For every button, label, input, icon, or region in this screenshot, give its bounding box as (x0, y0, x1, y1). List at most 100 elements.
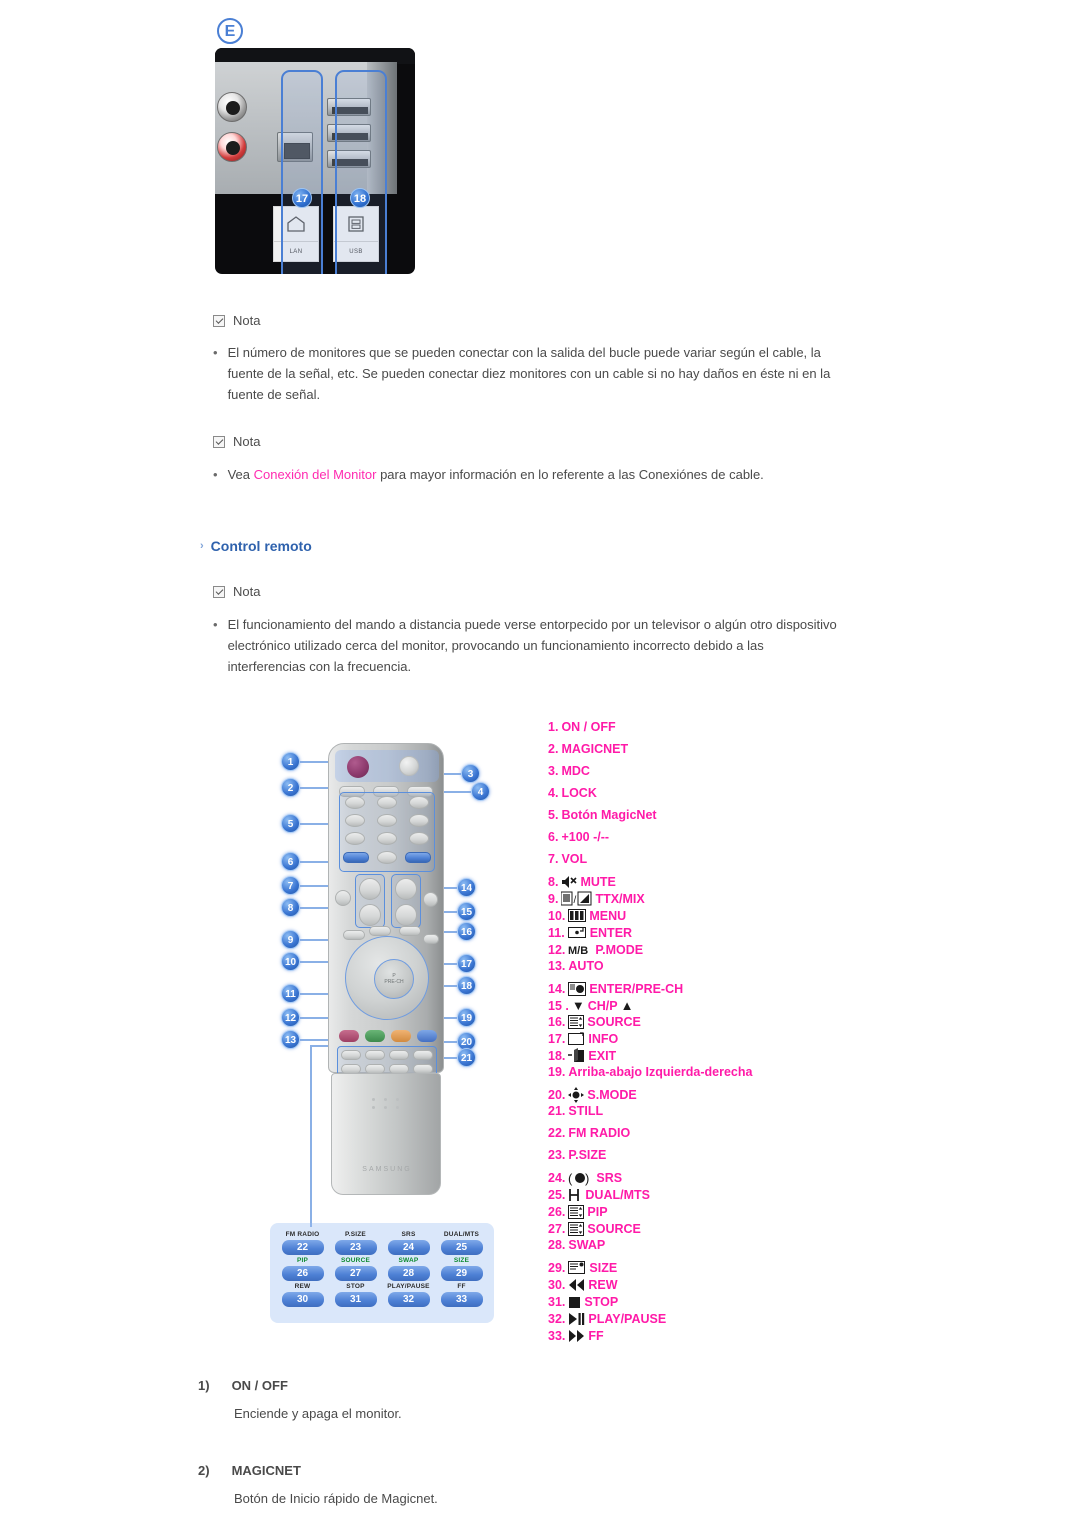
grid-cell[interactable]: PIP 26 (278, 1257, 328, 1281)
grid-cell[interactable]: PLAY/PAUSE 32 (384, 1283, 434, 1307)
legend-label: +100 -/-- (561, 830, 610, 844)
bullet-post-text: para mayor información en lo referente a… (376, 467, 764, 482)
remote-legend-list: 1. ON / OFF 2. MAGICNET 3. MDC 4. LOCK 5. Botón M… (548, 720, 878, 1345)
grid-cell[interactable]: STOP 31 (331, 1283, 381, 1307)
grid-cell[interactable]: SRS 24 (384, 1231, 434, 1255)
legend-item-magicnet: 2. MAGICNET (548, 742, 878, 756)
grid-number: 30 (281, 1292, 324, 1307)
ch-up-button[interactable] (395, 878, 417, 900)
remote-callout-15: 15 (457, 902, 476, 921)
digit-3-button[interactable] (409, 796, 429, 809)
legend-number: 9. (548, 892, 559, 906)
legend-label: INFO (588, 1032, 619, 1046)
legend-label: Arriba-abajo Izquierda-derecha (568, 1065, 753, 1079)
rca-audio-right-jack (217, 132, 247, 162)
digit-5-button[interactable] (377, 814, 397, 827)
description-number: 2) (198, 1463, 210, 1478)
note-check-icon (213, 585, 225, 598)
fm-radio-button[interactable] (341, 1050, 361, 1060)
description-heading: 2) MAGICNET (198, 1463, 438, 1478)
grid-cell[interactable]: FF 33 (437, 1283, 487, 1307)
digit-0-button[interactable] (377, 851, 397, 864)
legend-item-play-pause: 32. PLAY/PAUSE (548, 1311, 878, 1327)
conexion-del-monitor-link[interactable]: Conexión del Monitor (254, 467, 377, 482)
auto-button[interactable] (423, 892, 438, 907)
plus100-button[interactable] (343, 852, 369, 863)
enter-pre-ch-button[interactable]: P PRE-CH (374, 959, 414, 999)
grid-cell[interactable]: FM RADIO 22 (278, 1231, 328, 1255)
remote-callout-2: 2 (281, 778, 300, 797)
vol-down-button[interactable] (359, 904, 381, 926)
grid-cell[interactable]: SWAP 28 (384, 1257, 434, 1281)
legend-number: 6. (548, 830, 559, 844)
legend-item-ff: 33. FF (548, 1328, 878, 1344)
p-mode-button[interactable] (339, 1030, 359, 1042)
digit-2-button[interactable] (377, 796, 397, 809)
remote-callout-17: 17 (457, 954, 476, 973)
legend-label: SOURCE (587, 1015, 641, 1029)
callout-box-usb (335, 70, 387, 274)
legend-label: TTX/MIX (595, 892, 645, 906)
legend-item-p-mode: 12. M/B P.MODE (548, 942, 878, 958)
info-button[interactable] (399, 926, 421, 936)
legend-label: REW (588, 1278, 618, 1292)
legend-item-info: 17. INFO (548, 1031, 878, 1047)
power-on-button[interactable] (347, 756, 369, 778)
remote-callout-21: 21 (457, 1048, 476, 1067)
legend-number: 7. (548, 852, 559, 866)
digit-7-button[interactable] (345, 832, 365, 845)
grid-number: 29 (440, 1266, 483, 1281)
grid-number: 26 (281, 1266, 324, 1281)
p-size-button[interactable] (365, 1050, 385, 1060)
digit-8-button[interactable] (377, 832, 397, 845)
description-text: Botón de Inicio rápido de Magicnet. (234, 1491, 438, 1506)
dual-mts-button[interactable] (413, 1050, 433, 1060)
grid-cell[interactable]: DUAL/MTS 25 (437, 1231, 487, 1255)
menu-icon (568, 908, 587, 924)
legend-label: SWAP (568, 1238, 606, 1252)
digit-9-button[interactable] (409, 832, 429, 845)
menu-button[interactable] (369, 926, 391, 936)
grid-cell[interactable]: SOURCE 27 (331, 1257, 381, 1281)
digit-1-button[interactable] (345, 796, 365, 809)
ttx-mix-icon: / (561, 891, 592, 907)
remote-callout-10: 10 (281, 952, 300, 971)
ttx-mix-button[interactable] (343, 930, 365, 940)
remote-callout-19: 19 (457, 1008, 476, 1027)
ch-down-button[interactable] (395, 904, 417, 926)
mute-button[interactable] (335, 890, 351, 906)
ir-emitter-dots (372, 1098, 404, 1114)
legend-label: DUAL/MTS (585, 1188, 650, 1202)
digit-4-button[interactable] (345, 814, 365, 827)
grid-cell[interactable]: P.SIZE 23 (331, 1231, 381, 1255)
legend-number: 13. (548, 959, 566, 973)
green-button[interactable] (365, 1030, 385, 1042)
navigation-ring[interactable]: P PRE-CH (345, 936, 429, 1020)
remote-callout-12: 12 (281, 1008, 300, 1027)
legend-label: MAGICNET (561, 742, 629, 756)
still-button[interactable] (417, 1030, 437, 1042)
srs-button[interactable] (389, 1050, 409, 1060)
legend-item-size: 29. SIZE (548, 1260, 878, 1276)
grid-caption: SIZE (453, 1257, 470, 1264)
vol-up-button[interactable] (359, 878, 381, 900)
source-icon (568, 1014, 585, 1030)
remote-callout-1: 1 (281, 752, 300, 771)
page-title: Control remoto (210, 538, 312, 554)
exit-button[interactable] (423, 934, 439, 944)
legend-label: P.SIZE (568, 1148, 607, 1162)
legend-number: 10. (548, 909, 566, 923)
remote-callout-6: 6 (281, 852, 300, 871)
description-heading: 1) ON / OFF (198, 1378, 402, 1393)
legend-label: EXIT (588, 1049, 617, 1063)
dual-mts-icon (568, 1187, 582, 1203)
grid-cell[interactable]: REW 30 (278, 1283, 328, 1307)
pre-ch-button[interactable] (405, 852, 431, 863)
power-off-button[interactable] (399, 756, 419, 776)
digit-6-button[interactable] (409, 814, 429, 827)
grid-cell[interactable]: SIZE 29 (437, 1257, 487, 1281)
s-mode-button[interactable] (391, 1030, 411, 1042)
legend-label: STILL (568, 1104, 604, 1118)
legend-item-stop: 31. STOP (548, 1294, 878, 1310)
note-row-1: Nota (213, 313, 260, 328)
